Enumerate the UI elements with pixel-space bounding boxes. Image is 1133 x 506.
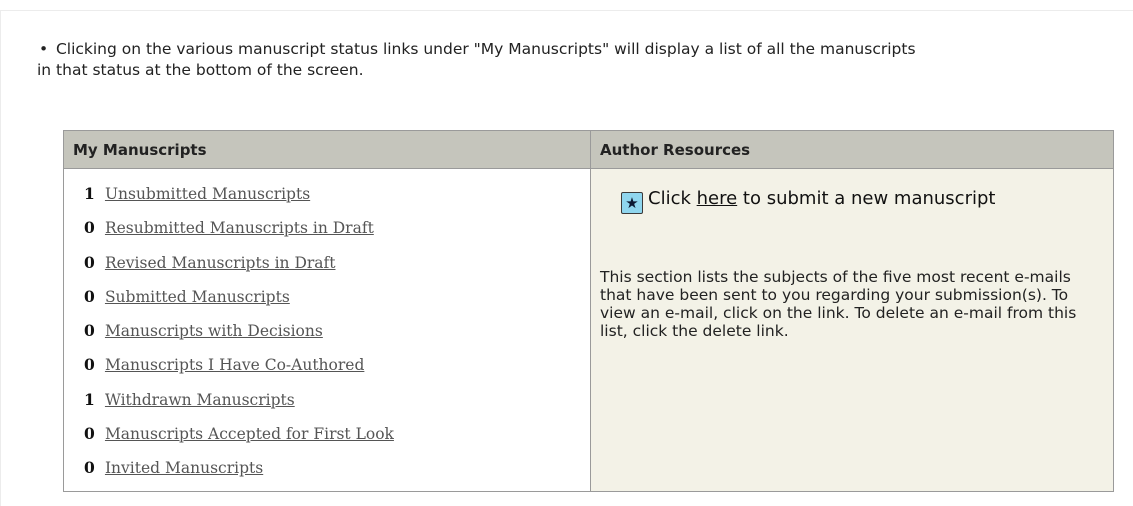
list-item: 1 Unsubmitted Manuscripts — [84, 184, 394, 218]
recent-emails-description: This section lists the subjects of the f… — [600, 268, 1077, 340]
manuscript-count: 0 — [84, 321, 95, 341]
dashboard-table: My Manuscripts 1 Unsubmitted Manuscripts… — [63, 130, 1114, 492]
list-item: 0 Resubmitted Manuscripts in Draft — [84, 218, 394, 252]
withdrawn-manuscripts-link[interactable]: Withdrawn Manuscripts — [105, 391, 295, 409]
manuscript-count: 0 — [84, 252, 95, 272]
manuscripts-with-decisions-link[interactable]: Manuscripts with Decisions — [105, 322, 323, 340]
unsubmitted-manuscripts-link[interactable]: Unsubmitted Manuscripts — [105, 185, 310, 203]
list-item: 0 Manuscripts with Decisions — [84, 321, 394, 355]
intro-instructions: • Clicking on the various manuscript sta… — [37, 39, 1109, 81]
invited-manuscripts-link[interactable]: Invited Manuscripts — [105, 459, 263, 477]
submit-prefix-text: Click — [648, 188, 691, 209]
star-icon[interactable]: ★ — [621, 192, 643, 214]
list-item: 1 Withdrawn Manuscripts — [84, 390, 394, 424]
submit-suffix-text: to submit a new manuscript — [742, 188, 996, 209]
list-item: 0 Invited Manuscripts — [84, 458, 394, 492]
accepted-for-first-look-link[interactable]: Manuscripts Accepted for First Look — [105, 425, 394, 443]
manuscript-count: 0 — [84, 458, 95, 478]
co-authored-manuscripts-link[interactable]: Manuscripts I Have Co-Authored — [105, 356, 364, 374]
manuscript-count: 0 — [84, 424, 95, 444]
intro-text-line1: Clicking on the various manuscript statu… — [55, 40, 916, 58]
manuscript-status-list: 1 Unsubmitted Manuscripts 0 Resubmitted … — [84, 184, 394, 493]
manuscript-count: 0 — [84, 218, 95, 238]
my-manuscripts-header: My Manuscripts — [64, 131, 590, 169]
list-item: 0 Manuscripts I Have Co-Authored — [84, 355, 394, 389]
revised-manuscripts-in-draft-link[interactable]: Revised Manuscripts in Draft — [105, 254, 336, 272]
manuscript-count: 0 — [84, 355, 95, 375]
list-item: 0 Manuscripts Accepted for First Look — [84, 424, 394, 458]
author-resources-column: Author Resources ★ Click here to submit a… — [591, 131, 1113, 491]
submitted-manuscripts-link[interactable]: Submitted Manuscripts — [105, 288, 290, 306]
manuscript-count: 1 — [84, 389, 95, 409]
resubmitted-manuscripts-in-draft-link[interactable]: Resubmitted Manuscripts in Draft — [105, 219, 374, 237]
my-manuscripts-column: My Manuscripts 1 Unsubmitted Manuscripts… — [64, 131, 591, 491]
manuscript-count: 1 — [84, 184, 95, 203]
content-panel: • Clicking on the various manuscript sta… — [0, 10, 1133, 506]
author-resources-header: Author Resources — [591, 131, 1113, 169]
manuscript-count: 0 — [84, 286, 95, 306]
bullet-icon: • — [39, 40, 49, 58]
list-item: 0 Revised Manuscripts in Draft — [84, 253, 394, 287]
intro-text-line2: in that status at the bottom of the scre… — [37, 61, 364, 79]
list-item: 0 Submitted Manuscripts — [84, 287, 394, 321]
submit-new-manuscript-link[interactable]: here — [697, 188, 738, 209]
submit-new-manuscript: ★ Click here to submit a new manuscript — [621, 186, 995, 214]
